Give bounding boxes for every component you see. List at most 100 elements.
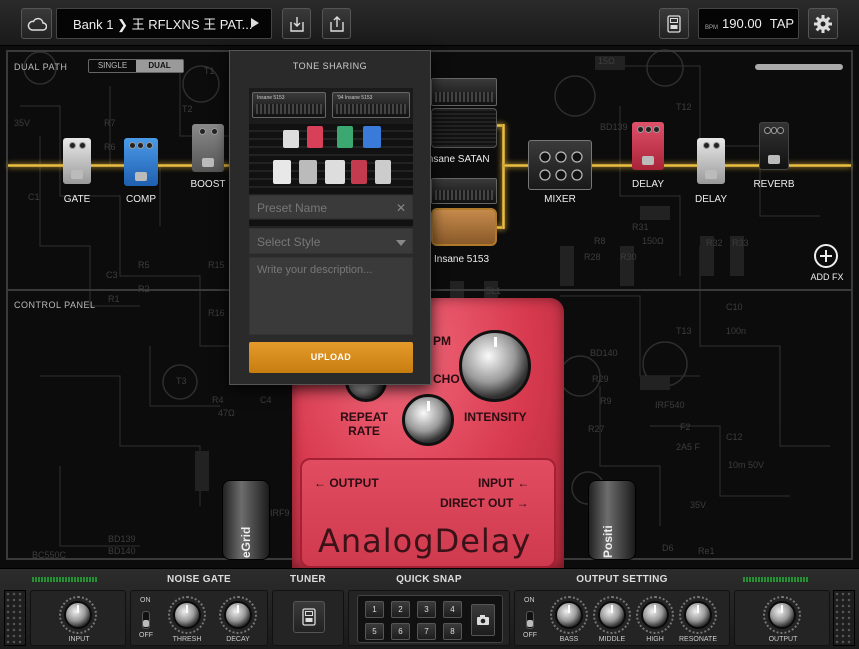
tuner-button[interactable]: [659, 8, 689, 39]
schematic-label: R28: [584, 252, 601, 262]
chain-scrollbar[interactable]: [755, 64, 843, 70]
middle-knob[interactable]: [598, 601, 626, 629]
thumb-amp-name: Insane 5153: [257, 95, 285, 101]
snap-button-5[interactable]: 5: [365, 623, 384, 640]
bottom-rack: INPUT NOISE GATE ON OFF THRESH DECAY TUN…: [0, 568, 859, 649]
snap-button-1[interactable]: 1: [365, 601, 384, 618]
add-fx-label[interactable]: ADD FX: [806, 272, 848, 282]
share-button[interactable]: [322, 8, 351, 39]
thumb-amp-name: '94 Insane 5153: [337, 95, 373, 101]
mode-dual-option[interactable]: DUAL: [136, 60, 183, 72]
dialog-title: TONE SHARING: [292, 61, 368, 71]
output-section: OUTPUT: [734, 590, 830, 646]
schematic-label: R30: [620, 252, 637, 262]
cloud-button[interactable]: [21, 8, 52, 39]
share-icon: [329, 15, 344, 32]
mixer-module[interactable]: [528, 140, 592, 190]
top-toolbar: Bank 1 ❯ 王 RFLXNS 王 PAT... BPM 190.00 TA…: [0, 0, 859, 46]
schematic-label: IRF9: [270, 508, 290, 518]
pedal-switch: [705, 170, 717, 179]
schematic-label: R33: [732, 238, 749, 248]
thumb-pedal: [337, 126, 353, 148]
schematic-label: C10: [726, 302, 743, 312]
thumb-pedal: [363, 126, 381, 148]
dual-path-label: DUAL PATH: [14, 62, 68, 72]
schematic-label: R1: [108, 294, 120, 304]
output-toggle[interactable]: [526, 611, 534, 629]
schematic-label: BD139: [108, 534, 136, 544]
thumb-pedal: [307, 126, 323, 148]
schematic-label: C1: [28, 192, 40, 202]
frame-left: [6, 50, 8, 560]
amp-cabinet-satan[interactable]: [431, 108, 497, 148]
delay-knob[interactable]: [402, 394, 454, 446]
schematic-label: 35V: [690, 500, 707, 510]
snapshot-camera-button[interactable]: [471, 604, 495, 636]
bass-knob[interactable]: [555, 601, 583, 629]
path-mode-toggle[interactable]: SINGLE DUAL: [88, 59, 184, 73]
schematic-label: 15Ω: [598, 56, 615, 66]
tuner-section: [272, 590, 344, 646]
schematic-label: R31: [632, 222, 649, 232]
output-knob[interactable]: [768, 601, 796, 629]
tap-button[interactable]: TAP: [770, 16, 794, 31]
intensity-knob[interactable]: [459, 330, 531, 402]
output-jack-label: ← OUTPUT: [314, 476, 379, 490]
tuner-title: TUNER: [290, 574, 326, 585]
snap-button-6[interactable]: 6: [391, 623, 410, 640]
play-arrow-icon[interactable]: [251, 18, 259, 28]
output-jack-text: OUTPUT: [329, 476, 379, 490]
schematic-label: D6: [662, 543, 674, 553]
decay-knob[interactable]: [224, 601, 252, 629]
delay-pedal-2[interactable]: [697, 138, 725, 184]
pedal-knobs: [636, 126, 660, 140]
schematic-label: R6: [104, 142, 116, 152]
bpm-value[interactable]: 190.00: [722, 16, 762, 31]
input-knob[interactable]: [64, 601, 92, 629]
preset-selector[interactable]: Bank 1 ❯ 王 RFLXNS 王 PAT...: [56, 8, 272, 39]
amp-head-satan[interactable]: [431, 78, 497, 106]
delay-pedal-1[interactable]: [632, 122, 664, 170]
preset-name-placeholder: Preset Name: [257, 201, 328, 215]
pedal-knobs: [128, 142, 154, 156]
tempo-display[interactable]: BPM 190.00 TAP: [698, 8, 799, 39]
snap-button-8[interactable]: 8: [443, 623, 462, 640]
schematic-label: C12: [726, 432, 743, 442]
noise-gate-section: ON OFF THRESH DECAY: [130, 590, 268, 646]
snap-button-7[interactable]: 7: [417, 623, 436, 640]
resonate-knob[interactable]: [684, 601, 712, 629]
schematic-label: R27: [588, 424, 605, 434]
upload-button[interactable]: UPLOAD: [249, 342, 413, 373]
close-icon[interactable]: ✕: [396, 201, 406, 215]
mode-single-option[interactable]: SINGLE: [89, 60, 136, 72]
settings-button[interactable]: [808, 8, 838, 39]
input-label: INPUT: [68, 636, 90, 643]
download-button[interactable]: [282, 8, 311, 39]
preset-name-input[interactable]: Preset Name ✕: [249, 195, 413, 219]
preset-name: Bank 1 ❯ 王 RFLXNS 王 PAT...: [73, 17, 253, 32]
control-panel-label: CONTROL PANEL: [14, 300, 96, 310]
high-knob[interactable]: [641, 601, 669, 629]
boost-pedal[interactable]: [192, 124, 224, 172]
fx-label-delay-1: DELAY: [631, 179, 665, 190]
snap-button-2[interactable]: 2: [391, 601, 410, 618]
rack-tuner-button[interactable]: [293, 601, 325, 633]
snap-button-3[interactable]: 3: [417, 601, 436, 618]
pedal-knobs: [67, 142, 87, 156]
snap-button-4[interactable]: 4: [443, 601, 462, 618]
description-textarea[interactable]: Write your description...: [249, 257, 413, 335]
chevron-down-icon[interactable]: [396, 240, 406, 246]
add-icon[interactable]: [814, 244, 838, 268]
gate-toggle[interactable]: [142, 611, 150, 629]
comp-pedal[interactable]: [124, 138, 158, 186]
schematic-label: T2: [182, 104, 193, 114]
amp-cabinet-5153[interactable]: [431, 208, 497, 246]
thresh-knob[interactable]: [173, 601, 201, 629]
style-select[interactable]: Select Style: [249, 228, 413, 254]
amp-head-5153[interactable]: [431, 178, 497, 204]
thumb-pedal: [375, 160, 391, 184]
pedal-title: AnalogDelay: [318, 522, 532, 560]
reverb-pedal[interactable]: [759, 122, 789, 170]
gate-pedal[interactable]: [63, 138, 91, 184]
schematic-label: 150Ω: [642, 236, 664, 246]
